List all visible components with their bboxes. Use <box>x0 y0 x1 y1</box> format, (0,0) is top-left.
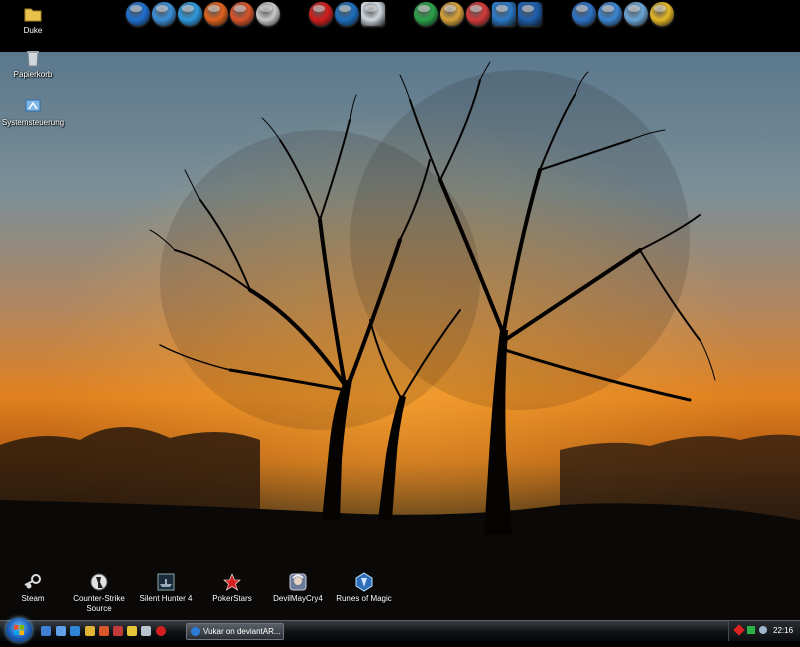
desktop-icon-counter-strike[interactable]: Counter-Strike Source <box>64 572 134 614</box>
desktop-wallpaper <box>0 0 800 640</box>
devil-may-cry-icon <box>288 572 308 592</box>
picture-viewer-icon[interactable] <box>492 2 516 26</box>
recycle-bin-icon <box>23 48 43 68</box>
tools-icon[interactable] <box>256 2 280 26</box>
media-player-icon[interactable] <box>230 2 254 26</box>
mail-quicklaunch-icon[interactable] <box>141 626 151 636</box>
winamp-quicklaunch-icon[interactable] <box>127 626 137 636</box>
folder-icon <box>23 4 43 24</box>
desktop-icon-silent-hunter[interactable]: Silent Hunter 4 <box>131 572 201 604</box>
document-app-icon[interactable] <box>152 2 176 26</box>
desktop-icon-devil-may-cry[interactable]: DevilMayCry4 <box>263 572 333 604</box>
desktop-icon-label: PokerStars <box>212 594 252 603</box>
show-desktop-icon[interactable] <box>41 626 51 636</box>
desktop-icon-label: Counter-Strike Source <box>73 594 125 613</box>
desktop-icon-pokerstars[interactable]: PokerStars <box>197 572 267 604</box>
browser-globe-icon[interactable] <box>126 2 150 26</box>
google-earth-icon[interactable] <box>572 2 596 26</box>
steam-icon <box>23 572 43 592</box>
volume-tray-icon[interactable] <box>759 626 767 634</box>
messenger-icon[interactable] <box>178 2 202 26</box>
desktop-icon-label: DevilMayCry4 <box>273 594 323 603</box>
desktop-icon-label: Runes of Magic <box>336 594 392 603</box>
desktop-icon-control-panel[interactable]: Systemsteuerung <box>0 96 68 128</box>
settings-tools-icon[interactable] <box>624 2 648 26</box>
notepad-icon[interactable] <box>361 2 385 26</box>
desktop-icon-label: Duke <box>23 26 43 35</box>
camera-icon[interactable] <box>518 2 542 26</box>
tool-quicklaunch-icon[interactable] <box>113 626 123 636</box>
taskbar-window-label: Vukar on deviantAR... <box>203 627 281 636</box>
paint-icon[interactable] <box>440 2 464 26</box>
desktop-icon-recycle-bin[interactable]: Papierkorb <box>0 48 68 80</box>
explorer-quicklaunch-icon[interactable] <box>85 626 95 636</box>
desktop-icon-duke[interactable]: Duke <box>0 4 68 36</box>
control-panel-icon <box>23 96 43 116</box>
desktop-icon-label: Silent Hunter 4 <box>139 594 193 603</box>
taskbar: Vukar on deviantAR... 22:16 <box>0 618 800 642</box>
red-ball-icon[interactable] <box>309 2 333 26</box>
media-quicklaunch-icon[interactable] <box>99 626 109 636</box>
taskbar-clock[interactable]: 22:16 <box>773 626 793 635</box>
runes-of-magic-icon <box>354 572 374 592</box>
ie-quicklaunch-icon[interactable] <box>70 626 80 636</box>
kaspersky-tray-icon[interactable] <box>733 624 745 636</box>
stop-quicklaunch-icon[interactable] <box>156 626 166 636</box>
compass-icon[interactable] <box>598 2 622 26</box>
silent-hunter-icon <box>156 572 176 592</box>
desktop-icon-runes-of-magic[interactable]: Runes of Magic <box>329 572 399 604</box>
pokerstars-icon <box>222 572 242 592</box>
counter-strike-icon <box>89 572 109 592</box>
network-globe-icon[interactable] <box>335 2 359 26</box>
desktop-icon-label: Papierkorb <box>13 70 53 79</box>
top-dock <box>0 0 800 52</box>
system-tray: 22:16 <box>728 621 800 641</box>
ie-icon <box>191 627 200 636</box>
desktop-icon-label: Systemsteuerung <box>1 118 65 127</box>
windows-logo-icon <box>14 625 24 635</box>
firefox-icon[interactable] <box>204 2 228 26</box>
puzzle-icon[interactable] <box>650 2 674 26</box>
switch-windows-icon[interactable] <box>56 626 66 636</box>
desktop-icon-label: Steam <box>21 594 45 603</box>
desktop-icon-steam[interactable]: Steam <box>0 572 68 604</box>
network-tray-icon[interactable] <box>747 626 755 634</box>
green-globe-icon[interactable] <box>414 2 438 26</box>
start-button[interactable] <box>6 618 32 642</box>
taskbar-window-button[interactable]: Vukar on deviantAR... <box>186 623 284 640</box>
music-app-icon[interactable] <box>466 2 490 26</box>
